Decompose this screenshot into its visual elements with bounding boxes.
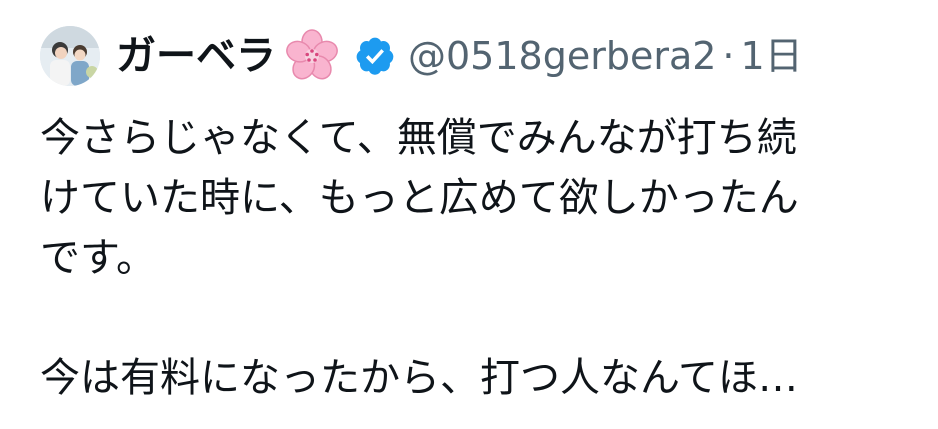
tweet-text-line: 今は有料になったから、打つ人なんてほ… — [40, 355, 798, 401]
separator-dot: · — [722, 34, 735, 78]
user-handle[interactable]: @0518gerbera2 — [408, 26, 716, 86]
tweet-text: 今さらじゃなくて、無償でみんなが打ち続 けていた時に、もっと広めて欲しかったん … — [40, 108, 920, 408]
tweet-card[interactable]: ガーベラ @0518gerbera2 · 1日 今さらじゃなくて、無償でみんなが… — [0, 0, 938, 429]
tweet-header: ガーベラ @0518gerbera2 · 1日 — [40, 26, 803, 86]
verified-badge-icon — [354, 35, 396, 77]
tweet-text-line — [40, 288, 920, 348]
timestamp[interactable]: 1日 — [741, 26, 803, 86]
tweet-text-line: 今さらじゃなくて、無償でみんなが打ち続 — [40, 115, 797, 161]
cherry-blossom-icon — [284, 28, 340, 84]
tweet-text-line: けていた時に、もっと広めて欲しかったん — [40, 175, 799, 221]
avatar[interactable] — [40, 26, 100, 86]
display-name[interactable]: ガーベラ — [116, 26, 276, 86]
tweet-text-line: です。 — [40, 235, 156, 281]
